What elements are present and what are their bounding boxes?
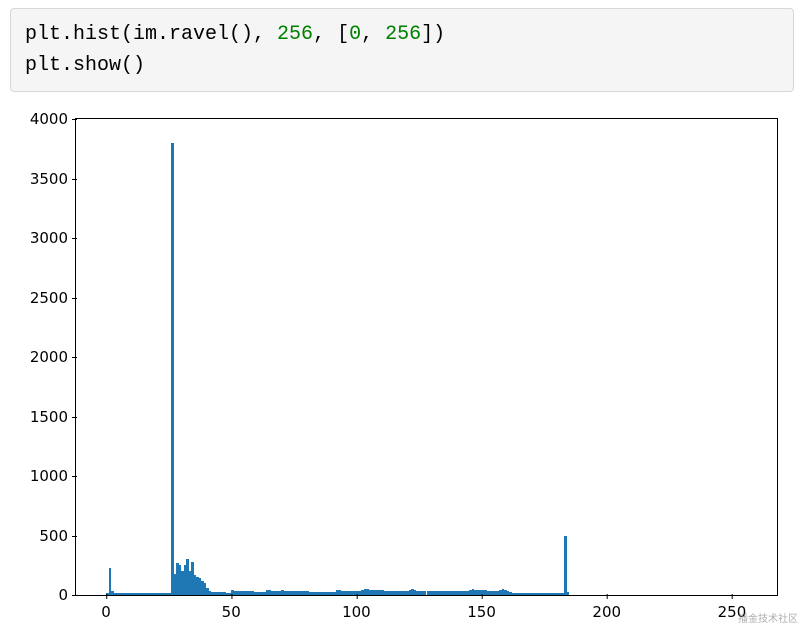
plot-area xyxy=(76,119,777,595)
histogram-bar xyxy=(567,592,570,595)
y-tick-label: 2500 xyxy=(30,289,76,307)
y-tick-label: 2000 xyxy=(30,348,76,366)
x-tick-label: 0 xyxy=(101,595,111,621)
y-tick-label: 3500 xyxy=(30,170,76,188)
y-tick-label: 4000 xyxy=(30,110,76,128)
histogram-chart: 0 500 1000 1500 2000 2500 3000 3500 4000 0 50 100 15… xyxy=(0,100,804,635)
x-tick-label: 150 xyxy=(467,595,496,621)
axes: 0500100015002000250030003500400005010015… xyxy=(75,118,778,596)
x-tick-label: 100 xyxy=(342,595,371,621)
y-tick-label: 3000 xyxy=(30,229,76,247)
code-cell: plt.hist(im.ravel(), 256, [0, 256]) plt.… xyxy=(10,8,794,92)
y-tick-label: 1000 xyxy=(30,467,76,485)
x-tick-label: 50 xyxy=(222,595,241,621)
code-line-1: plt.hist(im.ravel(), 256, [0, 256]) xyxy=(25,23,445,46)
code-line-2: plt.show() xyxy=(25,54,145,77)
histogram-bar xyxy=(564,536,567,596)
y-tick-label: 1500 xyxy=(30,408,76,426)
histogram-bar xyxy=(171,143,174,595)
watermark: 播金技术社区 xyxy=(738,610,798,625)
x-tick-label: 200 xyxy=(592,595,621,621)
y-tick-label: 0 xyxy=(58,586,76,604)
y-tick-label: 500 xyxy=(39,527,76,545)
